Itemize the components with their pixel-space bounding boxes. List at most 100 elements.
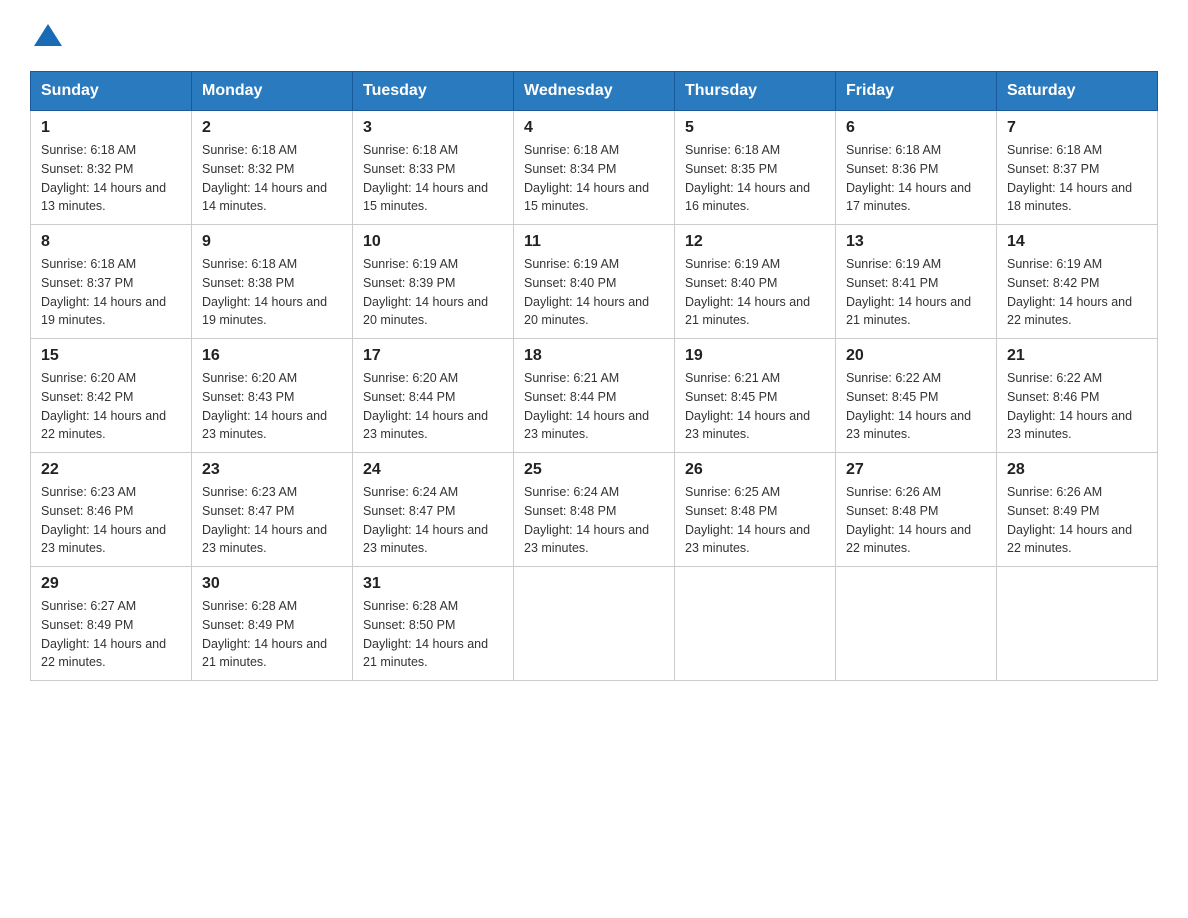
day-info: Sunrise: 6:21 AMSunset: 8:44 PMDaylight:… (524, 369, 664, 444)
day-number: 30 (202, 575, 342, 593)
calendar-week-row: 1 Sunrise: 6:18 AMSunset: 8:32 PMDaylight… (31, 111, 1158, 225)
calendar-day-cell: 25 Sunrise: 6:24 AMSunset: 8:48 PMDayligh… (514, 453, 675, 567)
day-info: Sunrise: 6:22 AMSunset: 8:46 PMDaylight:… (1007, 369, 1147, 444)
day-number: 9 (202, 233, 342, 251)
day-number: 27 (846, 461, 986, 479)
calendar-day-cell: 21 Sunrise: 6:22 AMSunset: 8:46 PMDayligh… (997, 339, 1158, 453)
day-info: Sunrise: 6:24 AMSunset: 8:48 PMDaylight:… (524, 483, 664, 558)
calendar-day-cell: 19Sunrise: 6:21 AMSunset: 8:45 PMDayligh… (675, 339, 836, 453)
calendar-day-cell: 20 Sunrise: 6:22 AMSunset: 8:45 PMDayligh… (836, 339, 997, 453)
weekday-header-wednesday: Wednesday (514, 72, 675, 111)
day-number: 22 (41, 461, 181, 479)
logo (30, 20, 62, 51)
day-info: Sunrise: 6:18 AMSunset: 8:37 PMDaylight:… (1007, 141, 1147, 216)
calendar-day-cell: 8Sunrise: 6:18 AMSunset: 8:37 PMDaylight… (31, 225, 192, 339)
calendar-day-cell: 29 Sunrise: 6:27 AMSunset: 8:49 PMDayligh… (31, 567, 192, 681)
day-info: Sunrise: 6:26 AMSunset: 8:48 PMDaylight:… (846, 483, 986, 558)
day-info: Sunrise: 6:18 AMSunset: 8:32 PMDaylight:… (41, 141, 181, 216)
calendar-day-cell: 13 Sunrise: 6:19 AMSunset: 8:41 PMDayligh… (836, 225, 997, 339)
calendar-day-cell: 27 Sunrise: 6:26 AMSunset: 8:48 PMDayligh… (836, 453, 997, 567)
day-info: Sunrise: 6:18 AMSunset: 8:38 PMDaylight:… (202, 255, 342, 330)
day-info: Sunrise: 6:27 AMSunset: 8:49 PMDaylight:… (41, 597, 181, 672)
weekday-header-tuesday: Tuesday (353, 72, 514, 111)
day-number: 18 (524, 347, 664, 365)
calendar-day-cell: 18 Sunrise: 6:21 AMSunset: 8:44 PMDayligh… (514, 339, 675, 453)
day-number: 6 (846, 119, 986, 137)
day-info: Sunrise: 6:20 AMSunset: 8:42 PMDaylight:… (41, 369, 181, 444)
calendar-day-cell: 11 Sunrise: 6:19 AMSunset: 8:40 PMDayligh… (514, 225, 675, 339)
day-number: 21 (1007, 347, 1147, 365)
calendar-day-cell: 10 Sunrise: 6:19 AMSunset: 8:39 PMDayligh… (353, 225, 514, 339)
day-number: 26 (685, 461, 825, 479)
calendar-day-cell: 31 Sunrise: 6:28 AMSunset: 8:50 PMDayligh… (353, 567, 514, 681)
weekday-header-sunday: Sunday (31, 72, 192, 111)
day-info: Sunrise: 6:18 AMSunset: 8:36 PMDaylight:… (846, 141, 986, 216)
day-number: 2 (202, 119, 342, 137)
calendar-day-cell (997, 567, 1158, 681)
calendar-day-cell: 24Sunrise: 6:24 AMSunset: 8:47 PMDayligh… (353, 453, 514, 567)
day-number: 3 (363, 119, 503, 137)
page-header (30, 20, 1158, 51)
calendar-day-cell: 14Sunrise: 6:19 AMSunset: 8:42 PMDayligh… (997, 225, 1158, 339)
day-number: 19 (685, 347, 825, 365)
calendar-day-cell: 26 Sunrise: 6:25 AMSunset: 8:48 PMDayligh… (675, 453, 836, 567)
calendar-day-cell: 1 Sunrise: 6:18 AMSunset: 8:32 PMDaylight… (31, 111, 192, 225)
calendar-day-cell: 3 Sunrise: 6:18 AMSunset: 8:33 PMDaylight… (353, 111, 514, 225)
day-info: Sunrise: 6:18 AMSunset: 8:37 PMDaylight:… (41, 255, 181, 330)
day-info: Sunrise: 6:19 AMSunset: 8:42 PMDaylight:… (1007, 255, 1147, 330)
calendar-day-cell: 17 Sunrise: 6:20 AMSunset: 8:44 PMDayligh… (353, 339, 514, 453)
calendar-day-cell (514, 567, 675, 681)
day-info: Sunrise: 6:23 AMSunset: 8:47 PMDaylight:… (202, 483, 342, 558)
day-number: 31 (363, 575, 503, 593)
day-number: 15 (41, 347, 181, 365)
calendar-header-row: SundayMondayTuesdayWednesdayThursdayFrid… (31, 72, 1158, 111)
day-number: 11 (524, 233, 664, 251)
day-info: Sunrise: 6:28 AMSunset: 8:50 PMDaylight:… (363, 597, 503, 672)
weekday-header-monday: Monday (192, 72, 353, 111)
calendar-day-cell: 12 Sunrise: 6:19 AMSunset: 8:40 PMDayligh… (675, 225, 836, 339)
calendar-day-cell (836, 567, 997, 681)
day-number: 4 (524, 119, 664, 137)
calendar-day-cell: 7Sunrise: 6:18 AMSunset: 8:37 PMDaylight… (997, 111, 1158, 225)
day-number: 17 (363, 347, 503, 365)
day-info: Sunrise: 6:19 AMSunset: 8:40 PMDaylight:… (524, 255, 664, 330)
day-number: 20 (846, 347, 986, 365)
calendar-day-cell: 5Sunrise: 6:18 AMSunset: 8:35 PMDaylight… (675, 111, 836, 225)
calendar-day-cell: 4 Sunrise: 6:18 AMSunset: 8:34 PMDaylight… (514, 111, 675, 225)
day-info: Sunrise: 6:18 AMSunset: 8:34 PMDaylight:… (524, 141, 664, 216)
logo-triangle-icon (34, 24, 62, 46)
day-info: Sunrise: 6:19 AMSunset: 8:40 PMDaylight:… (685, 255, 825, 330)
weekday-header-thursday: Thursday (675, 72, 836, 111)
day-number: 25 (524, 461, 664, 479)
day-info: Sunrise: 6:19 AMSunset: 8:39 PMDaylight:… (363, 255, 503, 330)
day-number: 29 (41, 575, 181, 593)
day-info: Sunrise: 6:18 AMSunset: 8:32 PMDaylight:… (202, 141, 342, 216)
day-number: 13 (846, 233, 986, 251)
day-info: Sunrise: 6:26 AMSunset: 8:49 PMDaylight:… (1007, 483, 1147, 558)
calendar-week-row: 8Sunrise: 6:18 AMSunset: 8:37 PMDaylight… (31, 225, 1158, 339)
day-number: 28 (1007, 461, 1147, 479)
calendar-day-cell: 16 Sunrise: 6:20 AMSunset: 8:43 PMDayligh… (192, 339, 353, 453)
day-number: 16 (202, 347, 342, 365)
weekday-header-friday: Friday (836, 72, 997, 111)
calendar-day-cell: 9 Sunrise: 6:18 AMSunset: 8:38 PMDaylight… (192, 225, 353, 339)
calendar-week-row: 22 Sunrise: 6:23 AMSunset: 8:46 PMDayligh… (31, 453, 1158, 567)
day-info: Sunrise: 6:22 AMSunset: 8:45 PMDaylight:… (846, 369, 986, 444)
day-number: 12 (685, 233, 825, 251)
calendar-day-cell: 23 Sunrise: 6:23 AMSunset: 8:47 PMDayligh… (192, 453, 353, 567)
calendar-day-cell: 30Sunrise: 6:28 AMSunset: 8:49 PMDayligh… (192, 567, 353, 681)
day-info: Sunrise: 6:19 AMSunset: 8:41 PMDaylight:… (846, 255, 986, 330)
calendar-day-cell: 2 Sunrise: 6:18 AMSunset: 8:32 PMDaylight… (192, 111, 353, 225)
weekday-header-saturday: Saturday (997, 72, 1158, 111)
day-info: Sunrise: 6:23 AMSunset: 8:46 PMDaylight:… (41, 483, 181, 558)
day-info: Sunrise: 6:18 AMSunset: 8:35 PMDaylight:… (685, 141, 825, 216)
day-number: 10 (363, 233, 503, 251)
day-info: Sunrise: 6:25 AMSunset: 8:48 PMDaylight:… (685, 483, 825, 558)
day-info: Sunrise: 6:18 AMSunset: 8:33 PMDaylight:… (363, 141, 503, 216)
day-info: Sunrise: 6:20 AMSunset: 8:44 PMDaylight:… (363, 369, 503, 444)
day-number: 23 (202, 461, 342, 479)
day-number: 1 (41, 119, 181, 137)
day-info: Sunrise: 6:20 AMSunset: 8:43 PMDaylight:… (202, 369, 342, 444)
calendar-table: SundayMondayTuesdayWednesdayThursdayFrid… (30, 71, 1158, 681)
calendar-day-cell: 22 Sunrise: 6:23 AMSunset: 8:46 PMDayligh… (31, 453, 192, 567)
